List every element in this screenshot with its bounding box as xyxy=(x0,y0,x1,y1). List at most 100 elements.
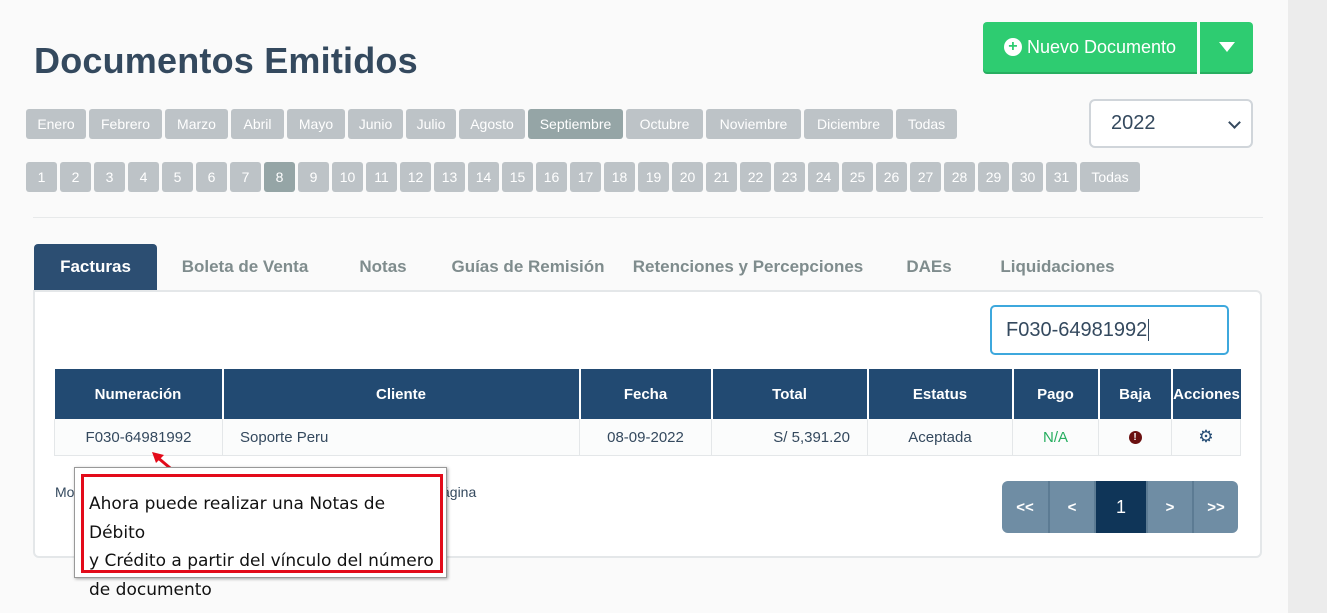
month-pill-marzo[interactable]: Marzo xyxy=(165,109,228,139)
status-cell: Aceptada xyxy=(867,419,1013,456)
last-page-button[interactable]: >> xyxy=(1192,481,1238,533)
month-pill-abril[interactable]: Abril xyxy=(231,109,284,139)
day-pill-5[interactable]: 5 xyxy=(162,162,193,192)
total-cell: S/ 5,391.20 xyxy=(711,419,868,456)
new-document-button[interactable]: + Nuevo Documento xyxy=(983,22,1197,72)
column-header-acciones[interactable]: Acciones xyxy=(1171,369,1241,419)
month-pill-julio[interactable]: Julio xyxy=(406,109,456,139)
day-pill-2[interactable]: 2 xyxy=(60,162,91,192)
annotation-callout: Ahora puede realizar una Notas de Débito… xyxy=(74,467,447,600)
day-pill-20[interactable]: 20 xyxy=(672,162,703,192)
current-page-button[interactable]: 1 xyxy=(1094,481,1146,533)
plus-circle-icon: + xyxy=(1003,38,1022,56)
day-pill-14[interactable]: 14 xyxy=(468,162,499,192)
actions-cell: ⚙ xyxy=(1171,419,1241,456)
annotation-line-2: y Crédito a partir del vínculo del númer… xyxy=(89,551,434,571)
exclamation-circle-icon[interactable]: ! xyxy=(1128,431,1142,445)
day-pill-29[interactable]: 29 xyxy=(978,162,1009,192)
gear-icon[interactable]: ⚙ xyxy=(1198,427,1213,446)
day-pill-6[interactable]: 6 xyxy=(196,162,227,192)
day-pill-16[interactable]: 16 xyxy=(536,162,567,192)
day-pill-7[interactable]: 7 xyxy=(230,162,261,192)
day-filter-bar: 1 2 3 4 5 6 7 8 9 10 11 12 13 14 15 16 17 18 19 20 21 22 23 24 2… xyxy=(26,162,1143,192)
column-header-pago[interactable]: Pago xyxy=(1012,369,1100,419)
right-scroll-area xyxy=(1288,0,1327,613)
pagination: << < 1 > >> xyxy=(1002,481,1238,533)
month-pill-agosto[interactable]: Agosto xyxy=(459,109,525,139)
tab-boleta-de-venta[interactable]: Boleta de Venta xyxy=(157,244,333,290)
page-title: Documentos Emitidos xyxy=(34,40,418,81)
day-pill-11[interactable]: 11 xyxy=(366,162,397,192)
day-pill-13[interactable]: 13 xyxy=(434,162,465,192)
day-pill-12[interactable]: 12 xyxy=(400,162,431,192)
search-input-value: F030-64981992 xyxy=(1006,318,1148,341)
documents-table: Numeración Cliente Fecha Total Estatus P… xyxy=(54,369,1241,456)
tab-notas[interactable]: Notas xyxy=(333,244,433,290)
payment-cell: N/A xyxy=(1012,419,1099,456)
day-pill-27[interactable]: 27 xyxy=(910,162,941,192)
day-pill-19[interactable]: 19 xyxy=(638,162,669,192)
day-pill-30[interactable]: 30 xyxy=(1012,162,1043,192)
day-pill-22[interactable]: 22 xyxy=(740,162,771,192)
month-pill-febrero[interactable]: Febrero xyxy=(89,109,162,139)
tab-retenciones-y-percepciones[interactable]: Retenciones y Percepciones xyxy=(623,244,873,290)
cancel-cell: ! xyxy=(1098,419,1172,456)
next-page-button[interactable]: > xyxy=(1146,481,1192,533)
tab-guias-de-remision[interactable]: Guías de Remisión xyxy=(433,244,623,290)
column-header-total[interactable]: Total xyxy=(711,369,869,419)
annotation-line-1: Ahora puede realizar una Notas de Débito xyxy=(89,494,386,543)
column-header-estatus[interactable]: Estatus xyxy=(867,369,1014,419)
day-pill-15[interactable]: 15 xyxy=(502,162,533,192)
day-pill-10[interactable]: 10 xyxy=(332,162,363,192)
column-header-cliente[interactable]: Cliente xyxy=(222,369,581,419)
caret-down-icon xyxy=(1218,42,1235,52)
tab-daes[interactable]: DAEs xyxy=(873,244,985,290)
month-pill-septiembre[interactable]: Septiembre xyxy=(528,109,623,139)
year-select[interactable]: 2022 xyxy=(1089,99,1253,148)
day-pill-23[interactable]: 23 xyxy=(774,162,805,192)
month-pill-junio[interactable]: Junio xyxy=(348,109,403,139)
month-pill-diciembre[interactable]: Diciembre xyxy=(804,109,893,139)
column-header-baja[interactable]: Baja xyxy=(1098,369,1173,419)
search-input[interactable]: F030-64981992 xyxy=(990,305,1229,355)
previous-page-button[interactable]: < xyxy=(1048,481,1094,533)
date-cell: 08-09-2022 xyxy=(579,419,712,456)
document-number-link[interactable]: F030-64981992 xyxy=(54,419,223,456)
tab-facturas[interactable]: Facturas xyxy=(34,244,157,290)
day-pill-26[interactable]: 26 xyxy=(876,162,907,192)
document-tabs: Facturas Boleta de Venta Notas Guías de … xyxy=(34,244,1130,291)
month-pill-todas[interactable]: Todas xyxy=(896,109,957,139)
day-pill-1[interactable]: 1 xyxy=(26,162,57,192)
day-pill-24[interactable]: 24 xyxy=(808,162,839,192)
month-filter-bar: Enero Febrero Marzo Abril Mayo Junio Jul… xyxy=(26,109,960,139)
month-pill-mayo[interactable]: Mayo xyxy=(287,109,345,139)
day-pill-25[interactable]: 25 xyxy=(842,162,873,192)
chevron-down-icon xyxy=(1228,116,1241,129)
annotation-line-3: de documento xyxy=(89,579,212,600)
month-pill-noviembre[interactable]: Noviembre xyxy=(706,109,801,139)
entries-info-end: ágina xyxy=(442,484,477,500)
text-cursor xyxy=(1148,319,1150,341)
day-pill-18[interactable]: 18 xyxy=(604,162,635,192)
column-header-numeracion[interactable]: Numeración xyxy=(54,369,224,419)
day-pill-21[interactable]: 21 xyxy=(706,162,737,192)
day-pill-3[interactable]: 3 xyxy=(94,162,125,192)
tab-liquidaciones[interactable]: Liquidaciones xyxy=(985,244,1130,290)
new-document-dropdown-button[interactable] xyxy=(1200,22,1253,72)
divider xyxy=(33,217,1263,218)
month-pill-octubre[interactable]: Octubre xyxy=(626,109,703,139)
day-pill-4[interactable]: 4 xyxy=(128,162,159,192)
month-pill-enero[interactable]: Enero xyxy=(26,109,86,139)
table-header-row: Numeración Cliente Fecha Total Estatus P… xyxy=(54,369,1241,419)
entries-info-start: Mo xyxy=(55,484,75,500)
table-row: F030-64981992 Soporte Peru 08-09-2022 S/… xyxy=(54,419,1241,456)
column-header-fecha[interactable]: Fecha xyxy=(579,369,713,419)
day-pill-31[interactable]: 31 xyxy=(1046,162,1077,192)
day-pill-28[interactable]: 28 xyxy=(944,162,975,192)
day-pill-17[interactable]: 17 xyxy=(570,162,601,192)
first-page-button[interactable]: << xyxy=(1002,481,1048,533)
year-select-value: 2022 xyxy=(1111,112,1156,134)
day-pill-8[interactable]: 8 xyxy=(264,162,295,192)
day-pill-9[interactable]: 9 xyxy=(298,162,329,192)
day-pill-todas[interactable]: Todas xyxy=(1080,162,1140,192)
